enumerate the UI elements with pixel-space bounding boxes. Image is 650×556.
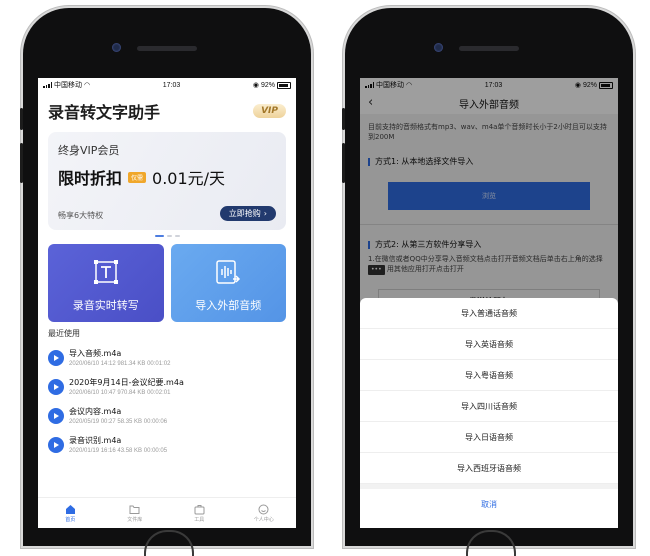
play-icon[interactable] [48, 407, 64, 424]
volume-button [342, 108, 345, 130]
status-time: 17:03 [162, 81, 181, 89]
option-mandarin[interactable]: 导入普通话音频 [360, 298, 618, 329]
vip-promo-card[interactable]: 终身VIP会员 限时折扣 仅需 0.01元/天 畅享6大特权 立即抢购 › [48, 132, 286, 230]
tab-home[interactable]: 首页 [38, 498, 103, 528]
signal-icon [43, 82, 52, 88]
buy-now-button[interactable]: 立即抢购 › [219, 206, 276, 221]
audio-import-icon [216, 260, 241, 284]
recording-item[interactable]: 导入音频.m4a 2020/06/10 14:12 981.34 KB 00:0… [38, 343, 296, 372]
option-sichuanese[interactable]: 导入四川话音频 [360, 391, 618, 422]
recording-item[interactable]: 会议内容.m4a 2020/05/19 00:27 58.35 KB 00:00… [38, 401, 296, 430]
front-camera [112, 43, 121, 52]
recording-name: 2020年9月14日-会议纪要.m4a [69, 378, 184, 387]
home-icon [65, 504, 75, 514]
vip-price: 0.01元/天 [152, 169, 226, 188]
import-audio-tile[interactable]: 导入外部音频 [170, 244, 286, 322]
tab-profile[interactable]: 个人中心 [232, 498, 297, 528]
app-title: 录音转文字助手 [48, 103, 161, 122]
text-frame-icon [93, 260, 118, 284]
front-camera [434, 43, 443, 52]
phone-right: 中国移动 ◠ 17:03 ◉ 92% ‹ 导入外部音频 目前支持的音频格式有mp… [342, 8, 633, 556]
recording-item[interactable]: 2020年9月14日-会议纪要.m4a 2020/06/10 10:47 970… [38, 372, 296, 401]
buy-now-label: 立即抢购 [228, 209, 261, 218]
tab-profile-label: 个人中心 [253, 516, 274, 523]
home-button[interactable] [144, 530, 194, 556]
option-spanish[interactable]: 导入西班牙语音频 [360, 453, 618, 484]
recording-meta: 2020/06/10 10:47 970.84 KB 00:02:01 [69, 390, 171, 396]
tab-bar: 首页 文件库 工具 个人中心 [38, 497, 296, 528]
earpiece-speaker [459, 46, 519, 51]
recent-section-title: 最近使用 [48, 329, 80, 338]
toolbox-icon [194, 504, 205, 514]
tab-files-label: 文件库 [127, 516, 143, 523]
import-options-sheet: 导入普通话音频 导入英语音频 导入粤语音频 导入四川话音频 导入日语音频 导入西… [360, 298, 618, 528]
vip-price-tag: 仅需 [128, 171, 147, 183]
option-japanese[interactable]: 导入日语音频 [360, 422, 618, 453]
recording-meta: 2020/06/10 14:12 981.34 KB 00:01:02 [69, 361, 171, 367]
tab-home-label: 首页 [65, 516, 76, 523]
recording-name: 录音识别.m4a [69, 436, 122, 445]
tab-files[interactable]: 文件库 [103, 498, 168, 528]
realtime-record-label: 录音实时转写 [72, 299, 139, 312]
folder-icon [129, 505, 140, 514]
battery-percent: 92% [260, 81, 275, 89]
home-button[interactable] [466, 530, 516, 556]
volume-button [20, 108, 23, 130]
volume-button [20, 143, 23, 183]
recording-item[interactable]: 录音识别.m4a 2020/01/19 16:16 43.58 KB 00:00… [38, 430, 296, 459]
recording-meta: 2020/01/19 16:16 43.58 KB 00:00:05 [69, 448, 168, 454]
battery-icon [276, 81, 291, 89]
wifi-icon: ◠ [84, 82, 91, 89]
location-icon: ◉ [252, 82, 259, 89]
play-icon[interactable] [48, 349, 64, 366]
earpiece-speaker [137, 46, 197, 51]
option-cantonese[interactable]: 导入粤语音频 [360, 360, 618, 391]
import-audio-label: 导入外部音频 [195, 299, 262, 312]
option-english[interactable]: 导入英语音频 [360, 329, 618, 360]
status-bar: 中国移动 ◠ 17:03 ◉ 92% [38, 78, 296, 92]
carrier-label: 中国移动 [54, 82, 82, 89]
screen-import: 中国移动 ◠ 17:03 ◉ 92% ‹ 导入外部音频 目前支持的音频格式有mp… [360, 78, 618, 528]
vip-discount-label: 限时折扣 [58, 169, 123, 188]
recording-meta: 2020/05/19 00:27 58.35 KB 00:00:06 [69, 419, 168, 425]
phone-left: 中国移动 ◠ 17:03 ◉ 92% 录音转文字助手 VIP 终身VIP会员 限… [20, 8, 311, 556]
screen-home: 中国移动 ◠ 17:03 ◉ 92% 录音转文字助手 VIP 终身VIP会员 限… [38, 78, 296, 528]
smiley-icon [258, 504, 269, 514]
cancel-button[interactable]: 取消 [360, 489, 618, 519]
recording-name: 会议内容.m4a [69, 407, 122, 416]
play-icon[interactable] [48, 378, 64, 395]
carousel-indicator [38, 235, 296, 238]
vip-plan-name: 终身VIP会员 [58, 144, 120, 157]
chevron-right-icon: › [263, 209, 267, 218]
realtime-record-tile[interactable]: 录音实时转写 [48, 244, 164, 322]
tab-tools[interactable]: 工具 [167, 498, 232, 528]
play-icon[interactable] [48, 436, 64, 453]
vip-badge[interactable]: VIP [253, 104, 286, 118]
tab-tools-label: 工具 [194, 516, 205, 523]
vip-privilege-text: 畅享6大特权 [58, 211, 104, 220]
recording-name: 导入音频.m4a [69, 349, 122, 358]
volume-button [342, 143, 345, 183]
